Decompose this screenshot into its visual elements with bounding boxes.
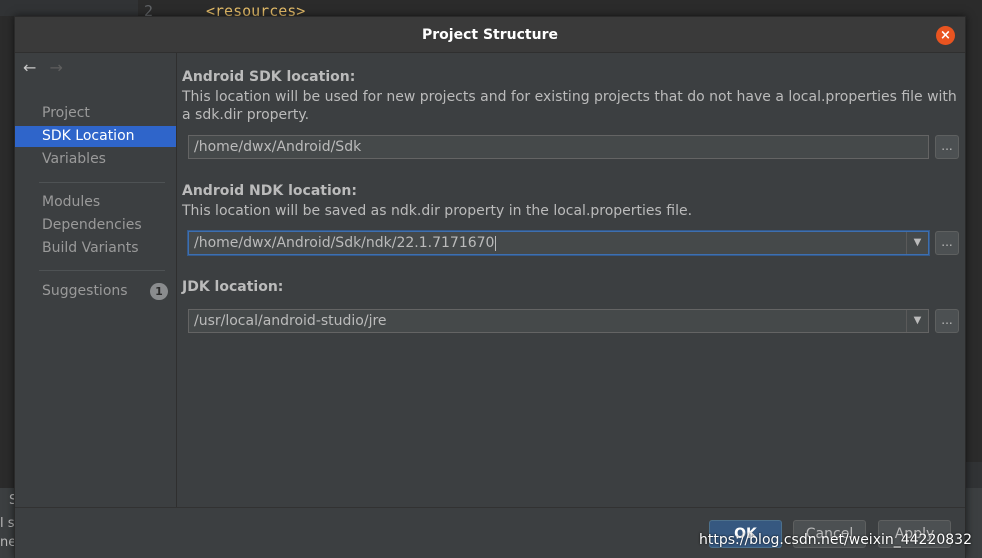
- sidebar-item-dependencies[interactable]: Dependencies: [15, 215, 176, 236]
- sidebar-item-label: Suggestions: [42, 283, 128, 299]
- suggestions-count-badge: 1: [150, 283, 168, 300]
- browse-label: ...: [941, 235, 953, 249]
- sidebar-divider: [39, 270, 165, 271]
- browse-label: ...: [941, 139, 953, 153]
- sidebar-item-label: Modules: [42, 194, 101, 210]
- sdk-location-description: This location will be used for new proje…: [182, 89, 957, 123]
- sidebar-item-suggestions[interactable]: Suggestions 1: [15, 281, 176, 302]
- sdk-location-panel: Android SDK location: This location will…: [178, 53, 965, 507]
- close-icon: ×: [940, 28, 951, 43]
- editor-gutter: [0, 0, 138, 16]
- sdk-browse-button[interactable]: ...: [935, 135, 959, 159]
- jdk-browse-button[interactable]: ...: [935, 309, 959, 333]
- sidebar-item-sdk-location[interactable]: SDK Location: [15, 126, 176, 147]
- ndk-location-combobox[interactable]: /home/dwx/Android/Sdk/ndk/22.1.7171670 ▼: [188, 231, 929, 255]
- sidebar-item-label: Dependencies: [42, 217, 142, 233]
- sdk-location-value: /home/dwx/Android/Sdk: [194, 139, 362, 155]
- sidebar-item-label: Build Variants: [42, 240, 139, 256]
- jdk-location-combobox[interactable]: /usr/local/android-studio/jre ▼: [188, 309, 929, 333]
- close-button[interactable]: ×: [936, 26, 955, 45]
- sidebar-item-label: SDK Location: [42, 128, 135, 144]
- sidebar-item-variables[interactable]: Variables: [15, 149, 176, 170]
- sidebar: ← → Project SDK Location Variables Modul…: [15, 53, 177, 507]
- sdk-location-title: Android SDK location:: [182, 69, 356, 85]
- dialog-titlebar: Project Structure ×: [15, 17, 965, 53]
- editor-right-strip: [966, 20, 982, 468]
- chevron-down-icon[interactable]: ▼: [906, 232, 928, 254]
- sidebar-item-modules[interactable]: Modules: [15, 192, 176, 213]
- sidebar-item-label: Project: [42, 105, 90, 121]
- back-arrow-icon[interactable]: ←: [23, 58, 36, 77]
- jdk-location-title: JDK location:: [182, 279, 284, 295]
- dialog-title: Project Structure: [422, 27, 558, 43]
- sidebar-item-label: Variables: [42, 151, 106, 167]
- watermark: https://blog.csdn.net/weixin_44220832: [698, 532, 972, 548]
- text-caret: [495, 235, 497, 251]
- sdk-location-input[interactable]: /home/dwx/Android/Sdk: [188, 135, 929, 159]
- nav-arrows: ← →: [23, 58, 63, 77]
- ndk-browse-button[interactable]: ...: [935, 231, 959, 255]
- ndk-location-value: /home/dwx/Android/Sdk/ndk/22.1.7171670: [194, 235, 495, 251]
- browse-label: ...: [941, 313, 953, 327]
- ndk-location-title: Android NDK location:: [182, 183, 357, 199]
- jdk-location-value: /usr/local/android-studio/jre: [194, 313, 387, 329]
- sidebar-item-project[interactable]: Project: [15, 103, 176, 124]
- project-structure-dialog: Project Structure × ← → Project SDK Loca…: [14, 16, 966, 558]
- ndk-location-description: This location will be saved as ndk.dir p…: [182, 203, 693, 219]
- sidebar-item-build-variants[interactable]: Build Variants: [15, 238, 176, 259]
- sidebar-divider: [39, 182, 165, 183]
- forward-arrow-icon[interactable]: →: [50, 58, 63, 77]
- chevron-down-icon[interactable]: ▼: [906, 310, 928, 332]
